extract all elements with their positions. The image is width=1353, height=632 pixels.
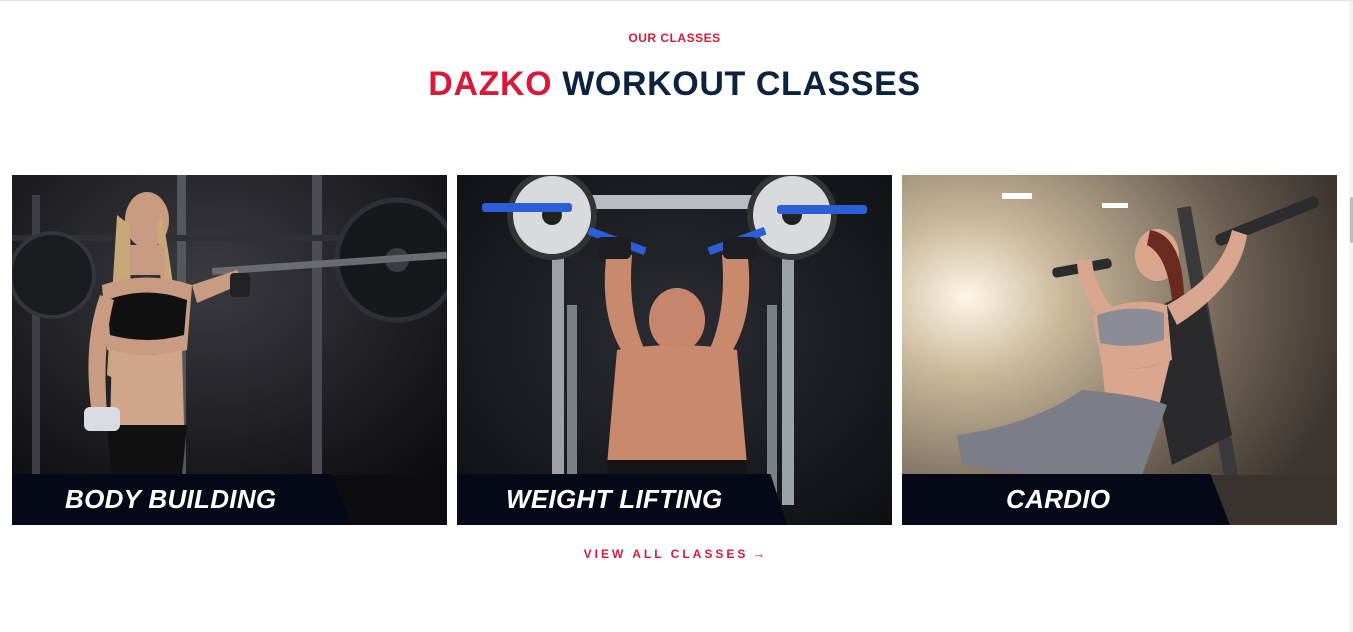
arrow-right-icon: → xyxy=(752,546,766,561)
section-heading: DAZKO WORKOUT CLASSES xyxy=(0,63,1349,105)
heading-brand: DAZKO xyxy=(428,65,553,103)
class-title-cardio[interactable]: CARDIO xyxy=(1006,474,1110,525)
view-all-classes-label: VIEW ALL CLASSES xyxy=(583,547,749,561)
page-scrollbar[interactable] xyxy=(1349,1,1353,632)
view-all-classes-link[interactable]: VIEW ALL CLASSES → xyxy=(0,546,1349,561)
class-title-weight-lifting[interactable]: WEIGHT LIFTING xyxy=(506,474,723,525)
weight-lifting-photo xyxy=(457,175,892,525)
class-card-body-building[interactable]: BODY BUILDING xyxy=(12,175,447,525)
heading-title: WORKOUT CLASSES xyxy=(562,65,921,103)
class-card-cardio[interactable]: CARDIO xyxy=(902,175,1337,525)
our-classes-section: OUR CLASSES DAZKO WORKOUT CLASSES BODY B… xyxy=(0,0,1353,632)
class-card-weight-lifting[interactable]: WEIGHT LIFTING xyxy=(457,175,892,525)
section-eyebrow: OUR CLASSES xyxy=(628,31,721,45)
body-building-photo xyxy=(12,175,447,525)
cardio-photo xyxy=(902,175,1337,525)
class-title-body-building[interactable]: BODY BUILDING xyxy=(65,474,276,525)
